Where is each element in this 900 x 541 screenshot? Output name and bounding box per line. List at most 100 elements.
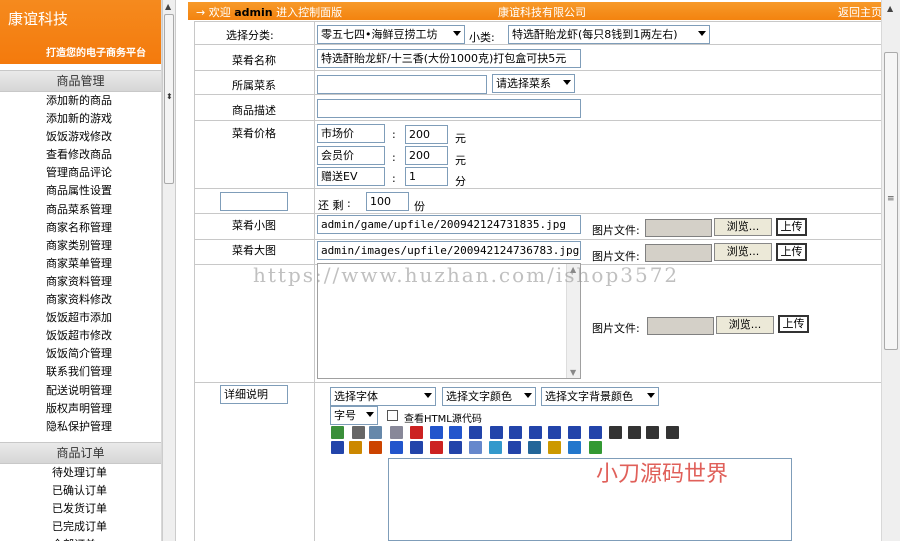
upload-button[interactable]: 上传 bbox=[776, 243, 807, 261]
description-field[interactable] bbox=[317, 99, 581, 118]
delete-icon[interactable] bbox=[410, 426, 423, 439]
scroll-up-icon[interactable]: ▲ bbox=[165, 2, 171, 11]
cut-icon[interactable] bbox=[331, 426, 344, 439]
scroll-down-icon[interactable]: ▼ bbox=[570, 368, 576, 377]
sidebar-item[interactable]: 饭饭超市添加 bbox=[0, 309, 161, 327]
browse-button[interactable]: 浏览... bbox=[714, 218, 772, 236]
rich-text-editor[interactable] bbox=[388, 458, 792, 541]
bold-icon[interactable] bbox=[469, 426, 482, 439]
order-item[interactable]: 全部订单 bbox=[0, 536, 161, 541]
colon: : bbox=[392, 172, 396, 185]
small-image-path[interactable]: admin/game/upfile/200942124731835.jpg bbox=[317, 215, 581, 234]
sidebar-item[interactable]: 商品属性设置 bbox=[0, 182, 161, 200]
redo-icon[interactable] bbox=[449, 426, 462, 439]
flash-icon[interactable] bbox=[449, 441, 462, 454]
underline-icon[interactable] bbox=[509, 426, 522, 439]
unlink-icon[interactable] bbox=[369, 441, 382, 454]
sidebar-item[interactable]: 商家菜单管理 bbox=[0, 255, 161, 273]
emoji-icon[interactable] bbox=[528, 441, 541, 454]
cuisine-label: 所属菜系 bbox=[232, 79, 276, 92]
unit-yuan: 元 bbox=[455, 154, 466, 167]
colon: : bbox=[392, 151, 396, 164]
sidebar-item[interactable]: 饭饭超市修改 bbox=[0, 327, 161, 345]
sidebar-item[interactable]: 商家资料修改 bbox=[0, 291, 161, 309]
big-image-path[interactable]: admin/images/upfile/200942124736783.jpg bbox=[317, 241, 581, 260]
sidebar-item[interactable]: 添加新的游戏 bbox=[0, 110, 161, 128]
undo-icon[interactable] bbox=[430, 426, 443, 439]
paste-icon[interactable] bbox=[390, 426, 403, 439]
outdent-icon[interactable] bbox=[646, 426, 659, 439]
market-price-field[interactable]: 200 bbox=[405, 125, 448, 144]
text-color-select[interactable]: 选择文字颜色 bbox=[442, 387, 536, 406]
browse-button[interactable]: 浏览... bbox=[716, 316, 774, 334]
small-image-file-input[interactable] bbox=[645, 219, 712, 237]
section-product-orders[interactable]: 商品订单 bbox=[0, 441, 161, 464]
media-icon[interactable] bbox=[489, 441, 502, 454]
big-image-file-input[interactable] bbox=[645, 244, 712, 262]
list-icon[interactable] bbox=[609, 426, 622, 439]
sidebar-item[interactable]: 配送说明管理 bbox=[0, 382, 161, 400]
chevron-down-icon bbox=[563, 80, 571, 85]
colon: : bbox=[347, 197, 351, 210]
table-icon[interactable] bbox=[410, 441, 423, 454]
extra-file-input[interactable] bbox=[647, 317, 714, 335]
cuisine-select[interactable]: 请选择菜系 bbox=[492, 74, 575, 93]
sidebar-item[interactable]: 查看修改商品 bbox=[0, 146, 161, 164]
sidebar-item[interactable]: 饭饭简介管理 bbox=[0, 345, 161, 363]
sidebar-item[interactable]: 商家类别管理 bbox=[0, 237, 161, 255]
upload-button[interactable]: 上传 bbox=[778, 315, 809, 333]
indent-icon[interactable] bbox=[666, 426, 679, 439]
highlight-icon[interactable] bbox=[430, 441, 443, 454]
dish-name-field[interactable]: 特选酐貽龙虾/十三香(大份1000克)打包盒可抉5元 bbox=[317, 49, 581, 68]
browse-button[interactable]: 浏览... bbox=[714, 243, 772, 261]
sidebar-item[interactable]: 商品菜系管理 bbox=[0, 201, 161, 219]
sidebar-item[interactable]: 商家资料管理 bbox=[0, 273, 161, 291]
sidebar-item[interactable]: 商家名称管理 bbox=[0, 219, 161, 237]
top-bar: → 欢迎 admin 进入控制面版 康谊科技有限公司 返回主页 bbox=[188, 2, 881, 20]
order-item[interactable]: 已完成订单 bbox=[0, 518, 161, 536]
order-item[interactable]: 已确认订单 bbox=[0, 482, 161, 500]
picture-icon[interactable] bbox=[589, 441, 602, 454]
text-bgcolor-select[interactable]: 选择文字背景颜色 bbox=[541, 387, 659, 406]
italic-icon[interactable] bbox=[490, 426, 503, 439]
order-item[interactable]: 已发货订单 bbox=[0, 500, 161, 518]
font-select[interactable]: 选择字体 bbox=[330, 387, 436, 406]
html-source-checkbox[interactable] bbox=[387, 410, 398, 421]
stock-code-field[interactable] bbox=[220, 192, 288, 211]
watermark: https://www.huzhan.com/ishop3572 bbox=[253, 263, 680, 287]
smile-icon[interactable] bbox=[548, 441, 561, 454]
align-left-icon[interactable] bbox=[529, 426, 542, 439]
gift-ev-field[interactable]: 1 bbox=[405, 167, 448, 186]
chat-icon[interactable] bbox=[568, 441, 581, 454]
remain-field[interactable]: 100 bbox=[366, 192, 409, 211]
category-select[interactable]: 零五七四•海鲜豆捞工坊 bbox=[317, 25, 465, 44]
ordered-list-icon[interactable] bbox=[628, 426, 641, 439]
sidebar-item[interactable]: 版权声明管理 bbox=[0, 400, 161, 418]
scroll-up-icon[interactable]: ▲ bbox=[887, 4, 893, 13]
subcategory-select[interactable]: 特选酐貽龙虾(每只8钱到1两左右) bbox=[508, 25, 710, 44]
align-justify-icon[interactable] bbox=[589, 426, 602, 439]
section-product-management[interactable]: 商品管理 bbox=[0, 70, 161, 92]
sidebar-item[interactable]: 添加新的商品 bbox=[0, 92, 161, 110]
order-item[interactable]: 待处理订单 bbox=[0, 464, 161, 482]
help-icon[interactable] bbox=[508, 441, 521, 454]
copy-icon[interactable] bbox=[369, 426, 382, 439]
page-scrollbar[interactable]: ▲ ≡ bbox=[881, 0, 900, 541]
cut-icon[interactable] bbox=[352, 426, 365, 439]
image-icon[interactable] bbox=[390, 441, 403, 454]
sidebar-item[interactable]: 饭饭游戏修改 bbox=[0, 128, 161, 146]
font-size-select[interactable]: 字号 bbox=[330, 406, 378, 425]
align-center-icon[interactable] bbox=[548, 426, 561, 439]
link-icon[interactable] bbox=[349, 441, 362, 454]
home-link[interactable]: 返回主页 bbox=[838, 4, 881, 20]
cuisine-field[interactable] bbox=[317, 75, 487, 94]
member-price-field[interactable]: 200 bbox=[405, 146, 448, 165]
upload-button[interactable]: 上传 bbox=[776, 218, 807, 236]
sidebar-item[interactable]: 联系我们管理 bbox=[0, 363, 161, 381]
sidebar-scrollbar[interactable]: ▲ ⬍ bbox=[162, 0, 176, 541]
hr-icon[interactable] bbox=[331, 441, 344, 454]
table-icon[interactable] bbox=[469, 441, 482, 454]
align-right-icon[interactable] bbox=[568, 426, 581, 439]
sidebar-item[interactable]: 管理商品评论 bbox=[0, 164, 161, 182]
sidebar-item[interactable]: 隐私保护管理 bbox=[0, 418, 161, 436]
